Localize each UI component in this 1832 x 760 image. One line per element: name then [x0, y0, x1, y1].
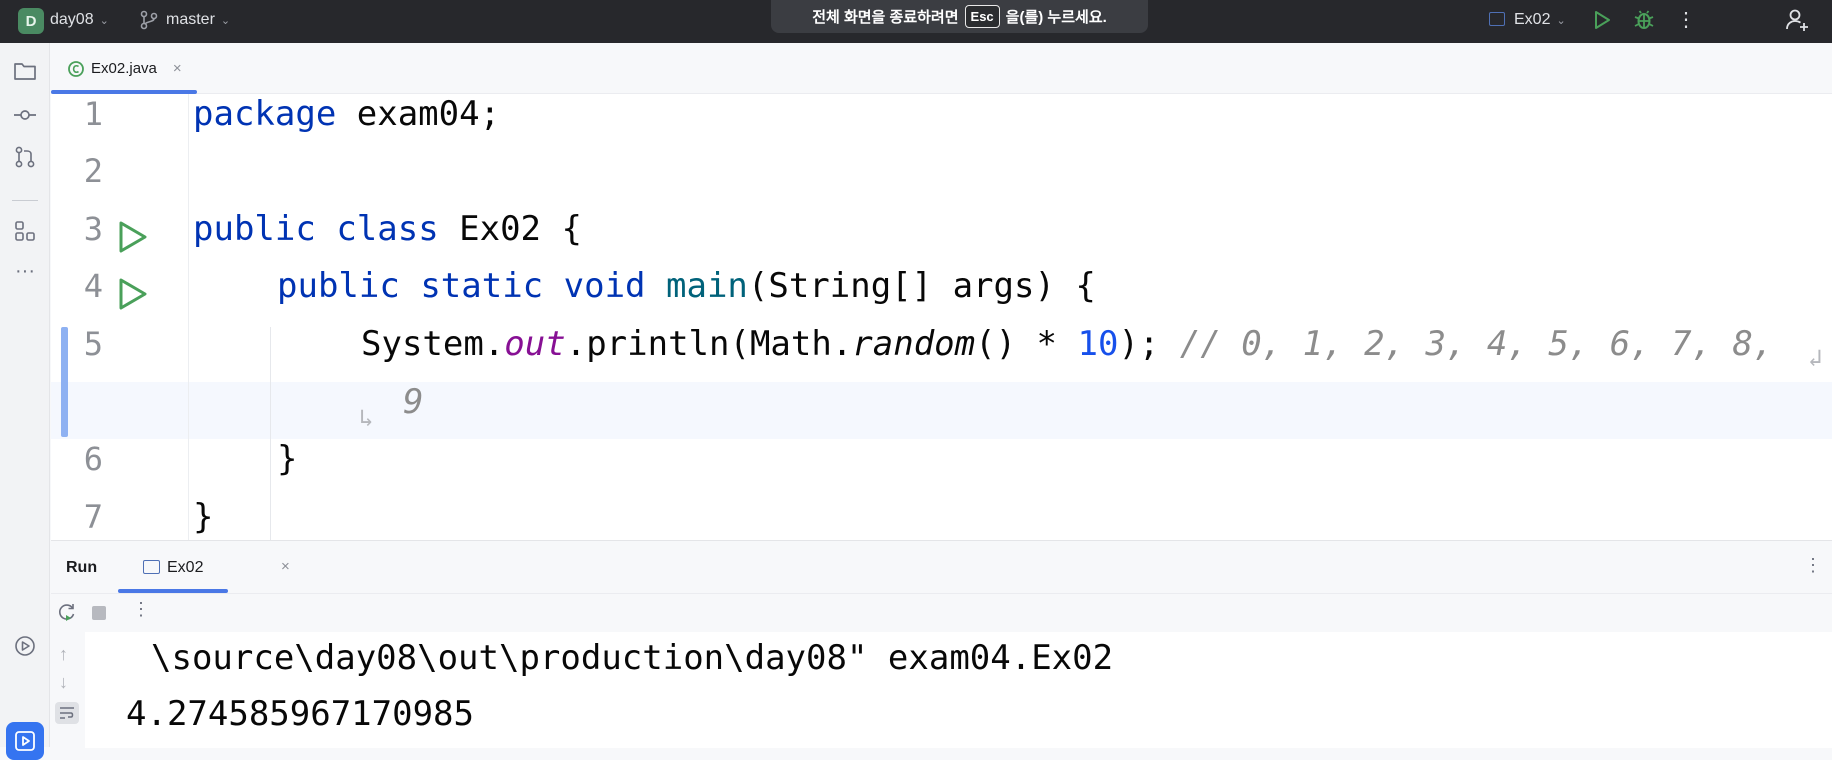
fullscreen-message-before: 전체 화면을 종료하려면 [812, 9, 959, 26]
code-text: exam04; [336, 94, 501, 134]
current-line-highlight [51, 382, 1832, 439]
git-branch-icon [140, 10, 158, 30]
close-icon[interactable]: × [281, 558, 290, 575]
run-toolbar: ⋮ [51, 593, 1832, 631]
code-text: () * [975, 324, 1078, 364]
project-selector[interactable]: day08 ⌄ [50, 11, 109, 29]
services-icon[interactable] [12, 633, 38, 659]
esc-key: Esc [964, 5, 1000, 28]
arrow-down-icon[interactable]: ↓ [59, 672, 68, 693]
soft-wrap-continuation-icon: ↳ [359, 404, 374, 432]
indent-guide [270, 327, 271, 540]
code-keyword: public [193, 209, 316, 249]
run-tool-window: Run Ex02 × ⋮ ⋮ ↑ ↓ \source\day08\out\pro… [51, 540, 1832, 748]
code-keyword: class [336, 209, 439, 249]
code-method: random [852, 324, 976, 364]
branch-name: master [166, 11, 215, 28]
code-field: out [504, 324, 566, 364]
run-icon[interactable] [1591, 9, 1613, 31]
line-number: 3 [83, 210, 103, 248]
code-line-7: } [193, 497, 214, 537]
arrow-up-icon[interactable]: ↑ [59, 644, 68, 665]
editor-tab-bar: Ex02.java × [51, 43, 1832, 94]
run-panel-title: Run [66, 559, 98, 576]
more-options-icon[interactable]: ⋮ [1676, 6, 1696, 34]
close-icon[interactable]: × [173, 60, 182, 77]
console-line: \source\day08\out\production\day08" exam… [151, 638, 1114, 678]
run-config-icon [143, 560, 160, 574]
chevron-down-icon: ⌄ [220, 15, 231, 27]
code-text: Ex02 { [438, 209, 582, 249]
code-keyword: package [193, 94, 337, 134]
code-line-6: } [277, 439, 298, 479]
line-number: 1 [83, 95, 103, 133]
code-text: .println(Math. [565, 324, 853, 364]
code-text: (String[] args) { [747, 266, 1096, 306]
rerun-icon[interactable] [57, 602, 77, 622]
tool-strip-divider [12, 200, 38, 201]
line-number: 4 [83, 267, 103, 305]
more-tools-icon[interactable]: ··· [12, 258, 38, 284]
gutter-divider [188, 94, 189, 540]
run-tool-window-button[interactable] [6, 722, 44, 760]
project-badge[interactable]: D [18, 8, 44, 34]
java-class-icon [68, 60, 84, 77]
code-line-4: public static void main(String[] args) { [277, 266, 1096, 306]
commit-icon[interactable] [12, 102, 38, 128]
structure-icon[interactable] [12, 218, 38, 244]
fullscreen-message-after: 을(를) 누르세요. [1005, 9, 1107, 26]
more-options-icon[interactable]: ⋮ [1804, 555, 1822, 576]
soft-wrap-icon: ↲ [1808, 344, 1823, 372]
soft-wrap-toggle-icon[interactable] [55, 702, 79, 724]
line-number: 2 [83, 152, 103, 190]
run-config-icon [1489, 12, 1505, 26]
run-main-icon[interactable] [115, 277, 149, 311]
console-line: 4.274585967170985 [126, 694, 474, 734]
line-number: 6 [83, 440, 103, 478]
console-side-toolbar: ↑ ↓ [51, 632, 85, 748]
run-config-name: Ex02 [1514, 11, 1551, 28]
code-line-1: package exam04; [193, 94, 500, 134]
run-tab-ex02[interactable]: Ex02 × [131, 541, 290, 593]
project-name: day08 [50, 11, 94, 28]
code-text: System. [361, 324, 505, 364]
title-bar: D day08 ⌄ master ⌄ 전체 화면을 종료하려면 Esc 을(를) 누… [0, 0, 1832, 43]
line-number: 5 [83, 325, 103, 363]
more-options-icon[interactable]: ⋮ [132, 599, 150, 620]
code-number: 10 [1077, 324, 1119, 364]
folder-icon[interactable] [12, 58, 38, 84]
wrap-lines-icon [60, 707, 74, 719]
stop-icon[interactable] [92, 606, 106, 620]
code-comment: // 0, 1, 2, 3, 4, 5, 6, 7, 8, [1179, 324, 1774, 364]
branch-selector[interactable]: master ⌄ [166, 11, 230, 29]
code-keyword: public [277, 266, 400, 306]
run-tab-label: Ex02 [167, 559, 204, 576]
code-editor[interactable]: 1 2 3 4 5 6 7 package exam04; public cla… [51, 94, 1832, 540]
run-config-selector[interactable]: Ex02 ⌄ [1514, 11, 1566, 29]
code-keyword: void [563, 266, 646, 306]
left-tool-strip: ··· [0, 43, 50, 760]
chevron-down-icon: ⌄ [99, 15, 109, 27]
console-output[interactable]: ↑ ↓ \source\day08\out\production\day08" … [51, 632, 1832, 748]
code-text: ); [1118, 324, 1180, 364]
fullscreen-exit-banner: 전체 화면을 종료하려면 Esc 을(를) 누르세요. [771, 0, 1148, 33]
debug-icon[interactable] [1632, 8, 1656, 32]
line-number: 7 [83, 498, 103, 536]
editor-tab-ex02[interactable]: Ex02.java × [67, 43, 182, 94]
tab-label: Ex02.java [91, 60, 157, 77]
code-line-5: System.out.println(Math.random() * 10); … [361, 324, 1773, 364]
run-class-icon[interactable] [115, 220, 149, 254]
run-window-icon [15, 731, 35, 751]
code-comment-continuation: 9 [403, 382, 424, 422]
add-user-icon[interactable] [1784, 7, 1810, 33]
chevron-down-icon: ⌄ [1556, 15, 1566, 27]
code-line-3: public class Ex02 { [193, 209, 582, 249]
code-keyword: static [420, 266, 544, 306]
pull-requests-icon[interactable] [12, 144, 38, 170]
code-function: main [666, 266, 748, 306]
